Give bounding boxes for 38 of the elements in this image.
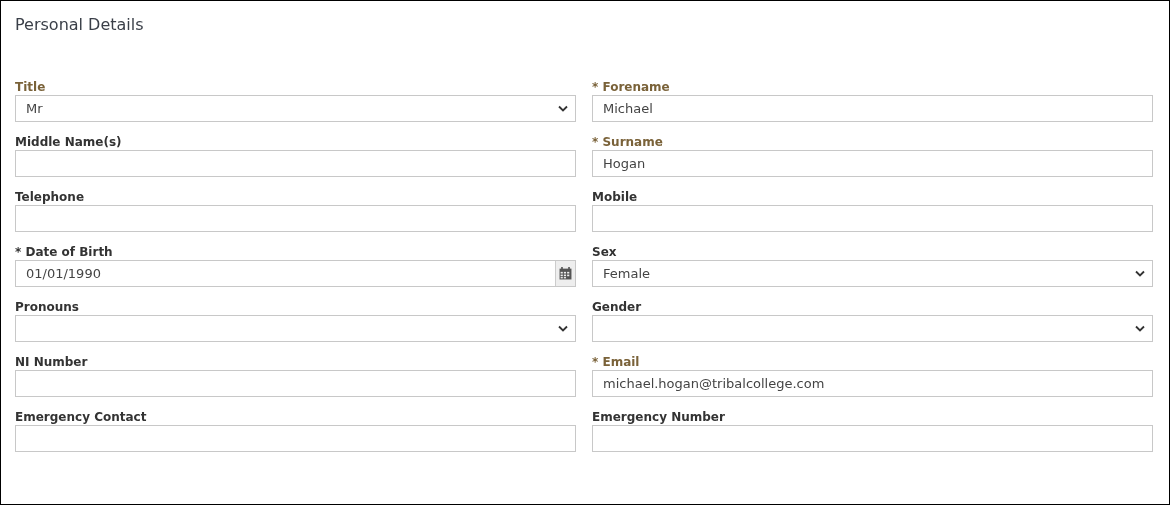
field-label: * Surname	[592, 135, 663, 150]
input-field[interactable]: michael.hogan@tribalcollege.com	[592, 370, 1153, 397]
select-field[interactable]	[592, 315, 1153, 342]
field-label: Mobile	[592, 190, 638, 205]
field-label: Sex	[592, 245, 617, 260]
chevron-down-icon	[1135, 325, 1145, 332]
section-heading: Personal Details	[15, 15, 145, 34]
field-label: Gender	[592, 300, 642, 315]
input-field[interactable]	[592, 425, 1153, 452]
field-value: 01/01/1990	[26, 266, 102, 281]
field-label: Title	[15, 80, 46, 95]
calendar-icon	[559, 267, 572, 280]
field-label: * Date of Birth	[15, 245, 113, 260]
field-label: NI Number	[15, 355, 88, 370]
field-label: Pronouns	[15, 300, 79, 315]
input-field[interactable]	[15, 370, 576, 397]
select-field[interactable]	[15, 315, 576, 342]
input-field[interactable]	[15, 425, 576, 452]
field-label: Emergency Contact	[15, 410, 147, 425]
chevron-down-icon	[1135, 270, 1145, 277]
select-field[interactable]: Female	[592, 260, 1153, 287]
chevron-down-icon	[558, 105, 568, 112]
field-label: * Email	[592, 355, 640, 370]
select-field[interactable]: Mr	[15, 95, 576, 122]
field-label: Emergency Number	[592, 410, 725, 425]
field-label: * Forename	[592, 80, 670, 95]
field-label: Middle Name(s)	[15, 135, 122, 150]
input-field[interactable]	[592, 205, 1153, 232]
select-value: Mr	[26, 101, 44, 116]
input-field[interactable]	[15, 205, 576, 232]
input-field[interactable]: Michael	[592, 95, 1153, 122]
input-field[interactable]: Hogan	[592, 150, 1153, 177]
input-field[interactable]	[15, 150, 576, 177]
calendar-button[interactable]	[555, 261, 575, 286]
chevron-down-icon	[558, 325, 568, 332]
field-label: Telephone	[15, 190, 85, 205]
select-value: Female	[603, 266, 651, 281]
date-field[interactable]: 01/01/1990	[15, 260, 576, 287]
